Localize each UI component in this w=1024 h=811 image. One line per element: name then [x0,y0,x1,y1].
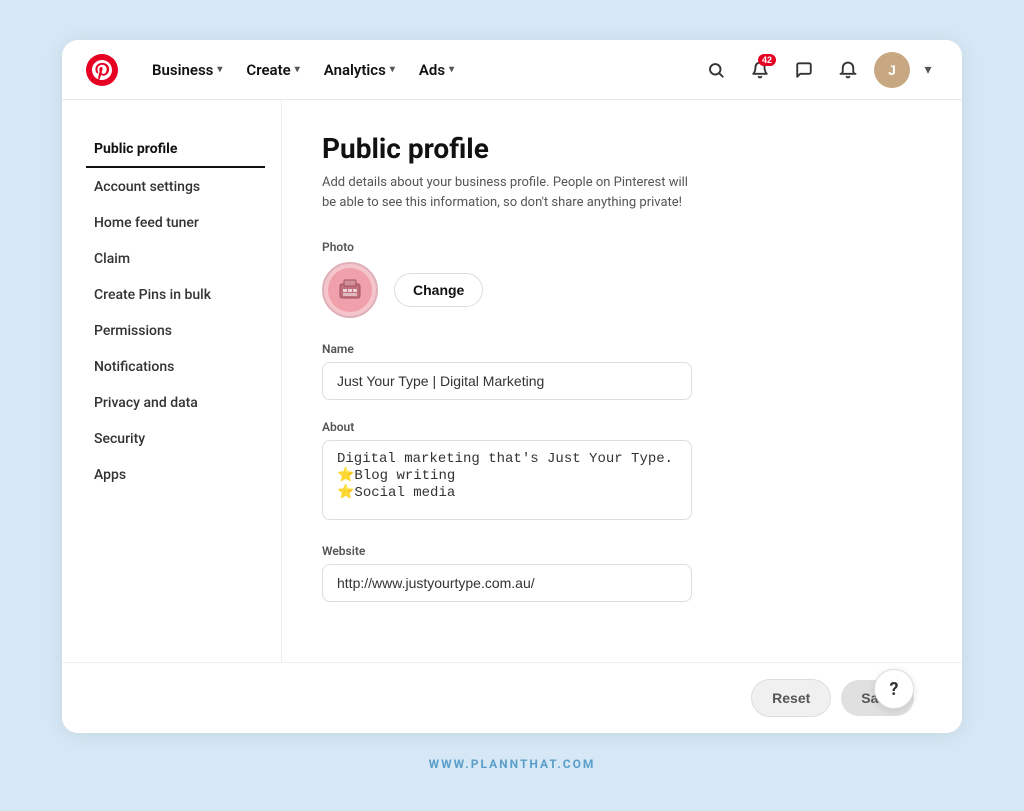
nav-right: 42 J ▾ [698,52,938,88]
top-nav: Business ▾ Create ▾ Analytics ▾ Ads ▾ [62,40,962,100]
nav-item-create[interactable]: Create ▾ [236,55,309,85]
nav-item-ads[interactable]: Ads ▾ [409,55,464,85]
search-button[interactable] [698,52,734,88]
main-layout: Public profile Account settings Home fee… [62,100,962,662]
chevron-down-icon: ▾ [217,64,222,75]
avatar[interactable]: J [874,52,910,88]
name-group: Name [322,342,914,400]
sidebar-item-security[interactable]: Security [86,422,265,456]
sidebar-item-home-feed-tuner[interactable]: Home feed tuner [86,206,265,240]
change-photo-button[interactable]: Change [394,273,483,307]
website-group: Website [322,544,914,602]
chevron-down-icon: ▾ [449,64,454,75]
name-label: Name [322,342,914,356]
logo[interactable] [86,54,118,86]
profile-avatar-inner [328,268,372,312]
notification-badge: 42 [758,54,776,66]
nav-item-business[interactable]: Business ▾ [142,55,232,85]
sidebar-item-public-profile[interactable]: Public profile [86,132,265,168]
footer-wrapper: Reset Save ? [62,662,962,733]
photo-label: Photo [322,240,914,254]
sidebar-item-apps[interactable]: Apps [86,458,265,492]
nav-item-analytics[interactable]: Analytics ▾ [314,55,405,85]
about-label: About [322,420,914,434]
photo-section: Photo [322,240,914,318]
profile-avatar [322,262,378,318]
sidebar-item-privacy-data[interactable]: Privacy and data [86,386,265,420]
page-title: Public profile [322,132,914,165]
sidebar-item-create-pins-bulk[interactable]: Create Pins in bulk [86,278,265,312]
nav-menu: Business ▾ Create ▾ Analytics ▾ Ads ▾ [142,55,678,85]
website-label: Website [322,544,914,558]
reset-button[interactable]: Reset [751,679,831,717]
sidebar-item-notifications[interactable]: Notifications [86,350,265,384]
about-group: About Digital marketing that's Just Your… [322,420,914,524]
messages-button[interactable] [786,52,822,88]
notifications-button[interactable]: 42 [742,52,778,88]
content-area: Public profile Add details about your bu… [282,100,962,662]
footer-bar: Reset Save [62,662,962,733]
website-input[interactable] [322,564,692,602]
chevron-down-icon: ▾ [390,64,395,75]
chevron-down-icon: ▾ [295,64,300,75]
alerts-button[interactable] [830,52,866,88]
watermark: WWW.PLANNTHAT.COM [429,757,596,771]
sidebar: Public profile Account settings Home fee… [62,100,282,662]
about-textarea[interactable]: Digital marketing that's Just Your Type.… [322,440,692,520]
account-menu-button[interactable]: ▾ [918,52,938,88]
sidebar-item-account-settings[interactable]: Account settings [86,170,265,204]
page-subtitle: Add details about your business profile.… [322,173,702,212]
sidebar-item-claim[interactable]: Claim [86,242,265,276]
photo-row: Change [322,262,914,318]
name-input[interactable] [322,362,692,400]
help-button[interactable]: ? [874,669,914,709]
sidebar-item-permissions[interactable]: Permissions [86,314,265,348]
